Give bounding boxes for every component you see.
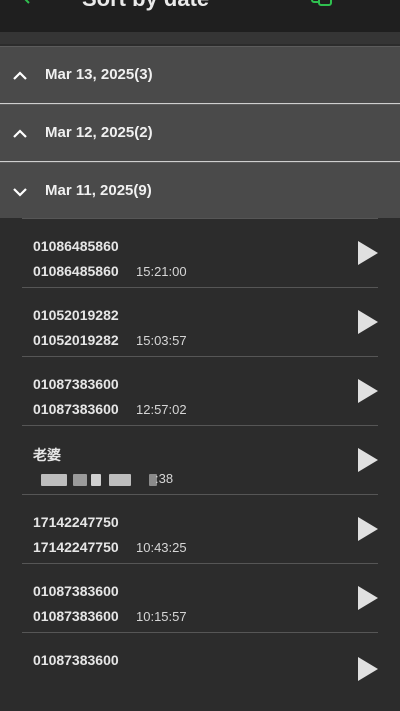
record-time: 10:15:57 [136, 609, 187, 624]
top-app-bar: Sort by date [0, 0, 400, 32]
phone-number: 01052019282 [33, 332, 119, 348]
contact-name: 17142247750 [33, 514, 119, 530]
record-time: 15:21:00 [136, 264, 187, 279]
page-title: Sort by date [82, 0, 209, 12]
record-time: :38 [155, 471, 174, 486]
call-record-item[interactable]: 01087383600 01087383600 12:57:02 [22, 356, 378, 425]
app-root: Sort by date Mar 13, 2025(3) Mar 12, 202… [0, 0, 400, 711]
contact-name: 01087383600 [33, 652, 119, 668]
play-icon[interactable] [358, 586, 378, 610]
chevron-down-icon [13, 188, 27, 197]
date-group-header[interactable]: Mar 13, 2025(3) [0, 46, 400, 103]
date-group-header[interactable]: Mar 11, 2025(9) [0, 162, 400, 219]
play-icon[interactable] [358, 241, 378, 265]
play-icon[interactable] [358, 657, 378, 681]
play-icon[interactable] [358, 379, 378, 403]
call-record-item[interactable]: 17142247750 17142247750 10:43:25 [22, 494, 378, 563]
record-time: 12:57:02 [136, 402, 187, 417]
date-group-header[interactable]: Mar 12, 2025(2) [0, 104, 400, 161]
phone-number: 01086485860 [33, 263, 119, 279]
contact-name: 01087383600 [33, 376, 119, 392]
chevron-up-icon [13, 71, 27, 80]
phone-number: 01087383600 [33, 401, 119, 417]
arrow-back-icon[interactable] [22, 0, 40, 4]
play-icon[interactable] [358, 448, 378, 472]
call-record-item[interactable]: 01087383600 01087383600 10:15:57 [22, 563, 378, 632]
contact-name: 01086485860 [33, 238, 119, 254]
contact-name: 老婆 [33, 447, 61, 463]
play-icon[interactable] [358, 517, 378, 541]
date-group-label: Mar 12, 2025(2) [45, 124, 153, 141]
play-icon[interactable] [358, 310, 378, 334]
date-group-label: Mar 13, 2025(3) [45, 66, 153, 83]
call-record-list: 01086485860 01086485860 15:21:00 0105201… [0, 218, 400, 711]
record-time: 15:03:57 [136, 333, 187, 348]
phone-number: 01087383600 [33, 608, 119, 624]
record-time: 10:43:25 [136, 540, 187, 555]
contact-name: 01052019282 [33, 307, 119, 323]
sort-icon[interactable] [310, 0, 334, 6]
call-record-item[interactable]: 老婆 :38 [22, 425, 378, 494]
chevron-up-icon [13, 129, 27, 138]
phone-number: 17142247750 [33, 539, 119, 555]
call-record-item[interactable]: 01052019282 01052019282 15:03:57 [22, 287, 378, 356]
call-record-item[interactable]: 01087383600 [22, 632, 378, 701]
toolbar-spacer [0, 32, 400, 44]
date-group-label: Mar 11, 2025(9) [45, 182, 152, 199]
contact-name: 01087383600 [33, 583, 119, 599]
call-record-item[interactable]: 01086485860 01086485860 15:21:00 [22, 218, 378, 287]
